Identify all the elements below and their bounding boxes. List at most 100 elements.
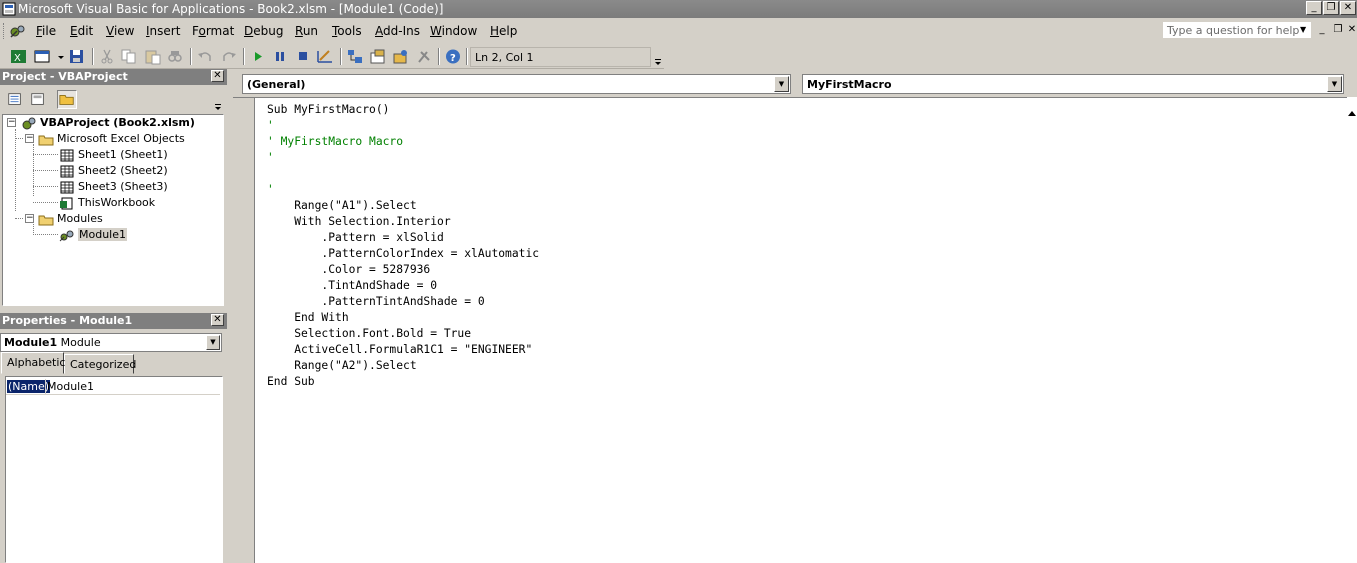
menu-help[interactable]: Help [490,24,517,38]
doc-close-button[interactable]: ✕ [1344,24,1357,38]
code-line[interactable] [267,166,539,182]
close-button[interactable]: ✕ [1340,1,1356,15]
help-search-input[interactable]: Type a question for help [1162,21,1312,39]
object-select[interactable]: (General) ▼ [242,74,791,94]
tree-line [33,202,58,203]
code-line[interactable]: End With [267,310,539,326]
code-line[interactable]: ' [267,182,539,198]
insert-userform-icon[interactable] [34,48,52,65]
code-line[interactable]: .Pattern = xlSolid [267,230,539,246]
code-line[interactable]: .PatternTintAndShade = 0 [267,294,539,310]
insert-dropdown-icon[interactable] [52,48,64,65]
break-icon[interactable] [271,48,289,65]
code-line[interactable]: ActiveCell.FormulaR1C1 = "ENGINEER" [267,342,539,358]
code-line[interactable]: Selection.Font.Bold = True [267,326,539,342]
tree-node-sheet3[interactable]: Sheet3 (Sheet3) [59,180,168,195]
code-editor[interactable]: Sub MyFirstMacro() ' ' MyFirstMacro Macro '… [233,97,1347,563]
property-value[interactable]: Module1 [47,380,94,393]
code-line[interactable]: Range("A1").Select [267,198,539,214]
vbaproject-icon [22,117,36,129]
toggle-folders-button[interactable] [57,90,77,109]
project-toolbar-chevron-icon[interactable] [214,102,223,114]
help-dropdown-icon[interactable]: ▼ [1300,25,1306,34]
modules-collapse-toggle[interactable]: − [25,214,34,223]
excel-objects-collapse-toggle[interactable]: − [25,134,34,143]
undo-icon[interactable] [196,48,214,65]
tree-node-excel-objects[interactable]: Microsoft Excel Objects [38,132,185,147]
object-browser-icon[interactable] [392,48,410,65]
cut-icon[interactable] [98,48,116,65]
tree-line [33,186,58,187]
find-icon[interactable] [166,48,184,65]
doc-minimize-button[interactable]: _ [1314,24,1330,38]
code-window: (General) ▼ MyFirstMacro ▼ Sub MyFirstMa… [233,72,1357,563]
code-line[interactable]: .Color = 5287936 [267,262,539,278]
menu-insert[interactable]: Insert [146,24,180,38]
paste-icon[interactable] [144,48,162,65]
tab-categorized[interactable]: Categorized [64,354,136,374]
properties-close-button[interactable]: ✕ [211,314,224,326]
tree-node-thisworkbook[interactable]: ThisWorkbook [59,196,155,211]
menu-debug[interactable]: Debug [244,24,283,38]
chevron-down-icon[interactable]: ▼ [206,335,220,350]
chevron-down-icon[interactable]: ▼ [774,76,789,92]
menu-window[interactable]: Window [430,24,477,38]
redo-icon[interactable] [220,48,238,65]
help-icon[interactable]: ? [444,48,462,65]
menu-view[interactable]: View [106,24,134,38]
margin-indicator-bar[interactable] [233,98,255,563]
reset-icon[interactable] [294,48,312,65]
tree-node-modules[interactable]: Modules [38,212,103,227]
vertical-scrollbar[interactable] [1347,97,1357,563]
menu-tools[interactable]: Tools [332,24,362,38]
save-icon[interactable] [68,48,86,65]
code-line[interactable]: ' MyFirstMacro Macro [267,134,539,150]
design-mode-icon[interactable] [316,48,334,65]
restore-button[interactable]: ❐ [1323,1,1339,15]
tree-line [15,138,23,139]
vba-project-icon[interactable] [9,23,27,39]
menu-edit[interactable]: Edit [70,24,93,38]
code-line[interactable]: ' [267,118,539,134]
copy-icon[interactable] [120,48,138,65]
project-explorer-title: Project - VBAProject ✕ [0,69,227,85]
menu-format[interactable]: Format [192,24,234,38]
code-line[interactable]: Range("A2").Select [267,358,539,374]
menu-add-ins[interactable]: Add-Ins [375,24,420,38]
tree-node-module1[interactable]: Module1 [59,228,127,243]
tree-node-sheet1[interactable]: Sheet1 (Sheet1) [59,148,168,163]
code-line[interactable]: End Sub [267,374,539,390]
minimize-button[interactable]: _ [1306,1,1322,15]
view-object-button[interactable] [28,90,48,109]
project-explorer-icon[interactable] [346,48,364,65]
properties-object-select[interactable]: Module1 Module ▼ [0,333,222,352]
project-toolbar [0,86,227,112]
toolbar-options-icon[interactable] [654,50,662,68]
code-line[interactable]: .TintAndShade = 0 [267,278,539,294]
view-excel-icon[interactable]: X [10,48,28,65]
scroll-up-icon[interactable] [1347,109,1357,117]
tree-node-sheet2[interactable]: Sheet2 (Sheet2) [59,164,168,179]
properties-window-icon[interactable] [369,48,387,65]
tab-alphabetic[interactable]: Alphabetic [1,352,65,374]
svg-text:?: ? [450,53,456,64]
toolbox-icon[interactable] [415,48,433,65]
project-close-button[interactable]: ✕ [211,70,224,82]
code-line[interactable]: ' [267,150,539,166]
procedure-select[interactable]: MyFirstMacro ▼ [802,74,1344,94]
code-text[interactable]: Sub MyFirstMacro() ' ' MyFirstMacro Macro '… [267,102,539,390]
window-title: Microsoft Visual Basic for Applications … [18,2,444,16]
menubar-grip[interactable] [3,23,6,39]
property-row[interactable]: (Name) Module1 [6,379,220,395]
run-icon[interactable] [249,48,267,65]
menu-file[interactable]: File [36,24,56,38]
view-code-button[interactable] [5,90,25,109]
code-line[interactable]: With Selection.Interior [267,214,539,230]
menu-run[interactable]: Run [295,24,318,38]
code-line[interactable]: .PatternColorIndex = xlAutomatic [267,246,539,262]
root-collapse-toggle[interactable]: − [7,118,16,127]
toolbar-separator [340,48,342,65]
chevron-down-icon[interactable]: ▼ [1327,76,1342,92]
code-line[interactable]: Sub MyFirstMacro() [267,102,539,118]
tree-node-vbaproject[interactable]: VBAProject (Book2.xlsm) [21,116,195,131]
